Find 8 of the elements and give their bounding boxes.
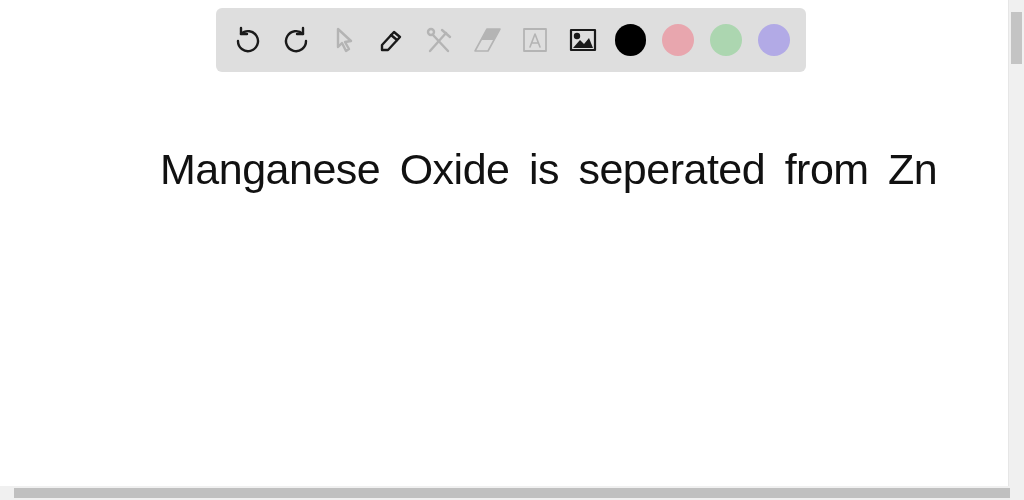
eraser-icon: [472, 25, 503, 55]
vertical-scrollbar[interactable]: [1008, 0, 1024, 486]
color-swatch[interactable]: [758, 24, 790, 56]
color-swatch[interactable]: [710, 24, 743, 56]
horizontal-scrollbar[interactable]: [0, 486, 1024, 500]
handwritten-text: Manganese Oxide is seperated from Zn: [160, 144, 938, 195]
color-swatch[interactable]: [662, 24, 695, 56]
color-swatch[interactable]: [614, 24, 647, 56]
